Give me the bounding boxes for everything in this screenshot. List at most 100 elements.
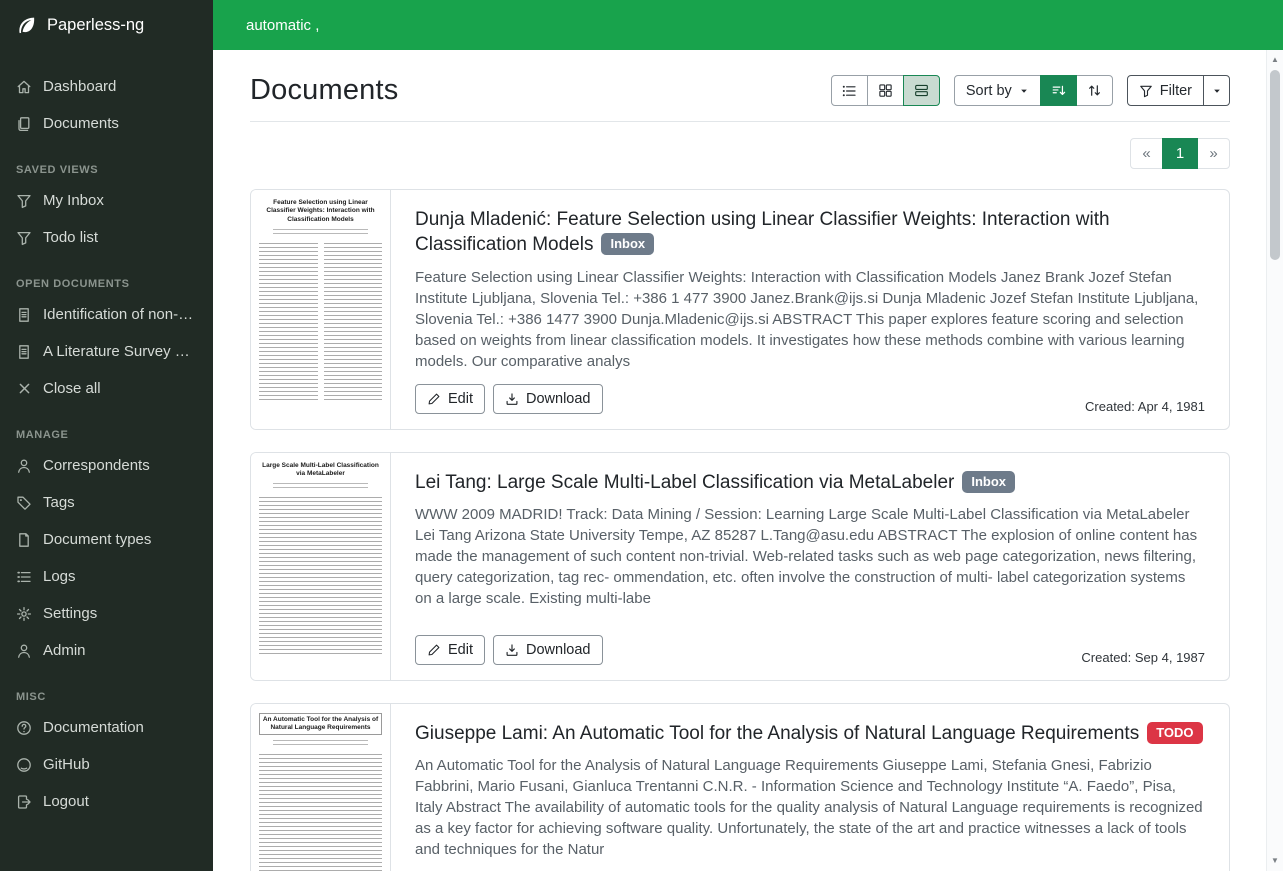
pagination-page-1-button[interactable]: 1	[1162, 138, 1198, 169]
person-icon	[16, 458, 32, 474]
view-toggle-group	[831, 75, 940, 106]
sidebar-item-documents[interactable]: Documents	[0, 105, 213, 142]
sort-by-button[interactable]: Sort by	[954, 75, 1041, 106]
thumbnail-authors	[273, 483, 368, 491]
document-thumbnail[interactable]: Large Scale Multi-Label Classification v…	[251, 453, 391, 680]
filter-group: Filter	[1127, 75, 1230, 106]
file-icon	[16, 532, 32, 548]
sidebar-item-label: Logs	[43, 566, 76, 587]
sidebar-item-document-types[interactable]: Document types	[0, 521, 213, 558]
sort-down-icon	[1051, 83, 1066, 98]
document-card-footer: Edit Download Created: Sep 4, 1987	[415, 623, 1205, 665]
details-view-button[interactable]	[903, 75, 940, 106]
document-thumbnail[interactable]: Feature Selection using Linear Classifie…	[251, 190, 391, 429]
sidebar-item-logs[interactable]: Logs	[0, 558, 213, 595]
scrollbar-up-arrow[interactable]: ▲	[1267, 52, 1283, 67]
pagination-prev-button[interactable]: «	[1130, 138, 1163, 169]
sidebar-item-github[interactable]: GitHub	[0, 746, 213, 783]
sidebar-item-dashboard[interactable]: Dashboard	[0, 68, 213, 105]
document-excerpt: Feature Selection using Linear Classifie…	[415, 267, 1205, 372]
logout-icon	[16, 794, 32, 810]
thumbnail-title: Large Scale Multi-Label Classification v…	[259, 462, 382, 479]
file-text-icon	[16, 307, 32, 323]
thumbnail-title: An Automatic Tool for the Analysis of Na…	[259, 713, 382, 736]
search-input[interactable]	[246, 17, 1259, 34]
sidebar-item-label: Document types	[43, 529, 151, 550]
document-title-link[interactable]: Lei Tang: Large Scale Multi-Label Classi…	[415, 472, 954, 493]
sidebar-item-label: GitHub	[43, 754, 90, 775]
grid-view-icon	[878, 83, 893, 98]
list-icon	[16, 569, 32, 585]
home-icon	[16, 79, 32, 95]
document-thumbnail[interactable]: An Automatic Tool for the Analysis of Na…	[251, 704, 391, 871]
scrollbar-thumb[interactable]	[1270, 70, 1280, 260]
edit-button[interactable]: Edit	[415, 635, 485, 665]
sidebar-item-label: Settings	[43, 603, 97, 624]
file-text-icon	[16, 344, 32, 360]
app-brand[interactable]: Paperless-ng	[0, 0, 213, 50]
saved-view-funnel-icon	[16, 193, 32, 209]
document-list: Feature Selection using Linear Classifie…	[250, 189, 1230, 871]
download-label: Download	[526, 391, 591, 407]
filter-label: Filter	[1160, 83, 1192, 99]
edit-button[interactable]: Edit	[415, 384, 485, 414]
sidebar-item-label: Close all	[43, 378, 101, 399]
sort-by-label: Sort by	[966, 83, 1012, 99]
document-card: An Automatic Tool for the Analysis of Na…	[250, 703, 1230, 871]
sidebar-item-label: Documents	[43, 113, 119, 134]
sidebar-item-documentation[interactable]: Documentation	[0, 709, 213, 746]
thumbnail-title: Feature Selection using Linear Classifie…	[259, 199, 382, 224]
scrollbar-down-arrow[interactable]: ▼	[1267, 853, 1283, 868]
pagination-next-button[interactable]: »	[1197, 138, 1230, 169]
page-header: Documents Sort by	[250, 74, 1230, 122]
sidebar-heading-saved-views: SAVED VIEWS	[16, 164, 197, 176]
tag-badge[interactable]: Inbox	[601, 233, 654, 255]
sort-alpha-icon	[1087, 83, 1102, 98]
thumbnail-authors	[273, 740, 368, 748]
sidebar-item-admin[interactable]: Admin	[0, 632, 213, 669]
pencil-icon	[427, 643, 441, 657]
sort-alphabetical-button[interactable]	[1076, 75, 1113, 106]
saved-view-funnel-icon	[16, 230, 32, 246]
list-view-icon	[841, 83, 857, 99]
pagination: « 1 »	[250, 138, 1230, 169]
chevron-down-icon	[1212, 86, 1222, 96]
thumbnail-text	[259, 754, 382, 871]
sidebar-item-label: A Literature Survey on …	[43, 341, 197, 362]
tag-badge[interactable]: TODO	[1147, 722, 1202, 744]
sidebar-item-tags[interactable]: Tags	[0, 484, 213, 521]
document-title: Giuseppe Lami: An Automatic Tool for the…	[415, 721, 1205, 746]
document-card-footer: Edit Download Created: Apr 4, 1981	[415, 372, 1205, 414]
document-title-link[interactable]: Dunja Mladenić: Feature Selection using …	[415, 209, 1110, 255]
sidebar-item-my-inbox[interactable]: My Inbox	[0, 182, 213, 219]
sidebar-item-label: Todo list	[43, 227, 98, 248]
list-view-button[interactable]	[831, 75, 868, 106]
document-card: Large Scale Multi-Label Classification v…	[250, 452, 1230, 681]
filter-button[interactable]: Filter	[1127, 75, 1204, 106]
person-gear-icon	[16, 643, 32, 659]
document-title-link[interactable]: Giuseppe Lami: An Automatic Tool for the…	[415, 723, 1139, 744]
download-button[interactable]: Download	[493, 635, 603, 665]
github-icon	[16, 757, 32, 773]
download-icon	[505, 643, 519, 657]
download-button[interactable]: Download	[493, 384, 603, 414]
tag-badge[interactable]: Inbox	[962, 471, 1015, 493]
scrollbar[interactable]: ▲ ▼	[1266, 50, 1283, 871]
sort-descending-button[interactable]	[1040, 75, 1077, 106]
filter-dropdown-toggle[interactable]	[1203, 75, 1230, 106]
sort-group: Sort by	[954, 75, 1113, 106]
sidebar-item-open-doc-2[interactable]: A Literature Survey on …	[0, 333, 213, 370]
sidebar-item-close-all[interactable]: Close all	[0, 370, 213, 407]
sidebar-item-correspondents[interactable]: Correspondents	[0, 447, 213, 484]
document-title: Dunja Mladenić: Feature Selection using …	[415, 207, 1205, 258]
sidebar-item-settings[interactable]: Settings	[0, 595, 213, 632]
sidebar-item-open-doc-1[interactable]: Identification of non-fu…	[0, 296, 213, 333]
created-date: Created: Apr 4, 1981	[1085, 399, 1205, 414]
sidebar-heading-manage: MANAGE	[16, 429, 197, 441]
question-circle-icon	[16, 720, 32, 736]
sidebar-item-logout[interactable]: Logout	[0, 783, 213, 820]
sidebar-item-todo-list[interactable]: Todo list	[0, 219, 213, 256]
sidebar-item-label: Logout	[43, 791, 89, 812]
created-date: Created: Sep 4, 1987	[1081, 650, 1205, 665]
grid-view-button[interactable]	[867, 75, 904, 106]
